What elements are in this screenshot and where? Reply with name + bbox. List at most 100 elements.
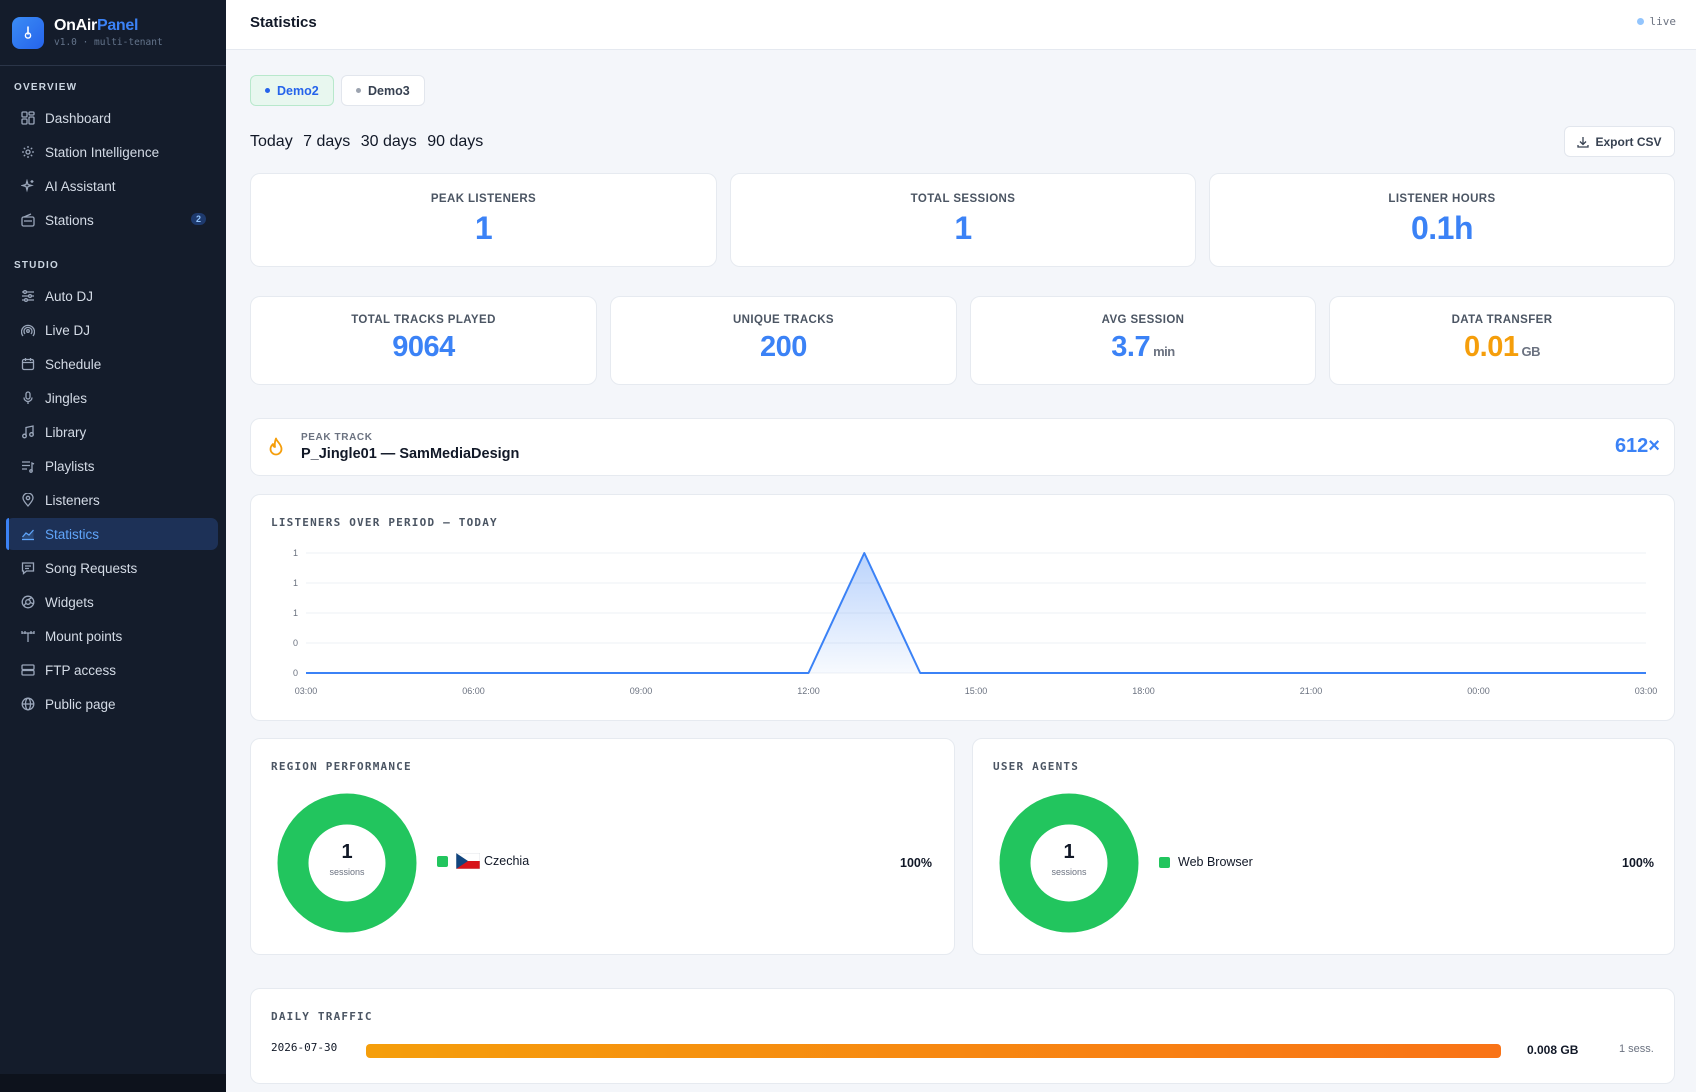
download-icon	[1577, 136, 1590, 148]
y-tick-label: 1	[293, 548, 298, 558]
microphone-icon	[20, 390, 36, 406]
sidebar-item-label: Stations	[45, 212, 94, 228]
brand[interactable]: OnAirPanel v1.0 · multi-tenant	[0, 0, 226, 66]
page-title: Statistics	[250, 14, 317, 31]
sidebar-item-statistics[interactable]: Statistics	[6, 518, 218, 550]
stat-label: LISTENER HOURS	[1388, 193, 1496, 205]
stat-value: 3.7 min	[1111, 331, 1175, 363]
playlist-icon	[20, 458, 36, 474]
brand-name: OnAirPanel	[54, 17, 139, 34]
x-tick-label: 12:00	[797, 686, 820, 696]
live-status: live	[1636, 15, 1676, 28]
period-today[interactable]: Today	[250, 133, 293, 150]
status-dot-icon	[265, 88, 270, 93]
region-title: REGION PERFORMANCE	[271, 760, 412, 773]
period-7-days[interactable]: 7 days	[303, 133, 350, 150]
brain-icon	[20, 144, 36, 160]
sidebar-item-playlists[interactable]: Playlists	[6, 450, 218, 482]
listeners-chart: 1 1 1 0 0 03:00 06:00 09:00 12:00 15:00 18:00 21:00…	[293, 548, 1658, 696]
station-tab-demo3[interactable]: Demo3	[341, 75, 425, 106]
music-note-icon	[20, 424, 36, 440]
sidebar-item-ai-assistant[interactable]: AI Assistant	[6, 170, 218, 202]
sidebar: OnAirPanel v1.0 · multi-tenant OVERVIEW …	[0, 0, 226, 1092]
x-tick-label: 21:00	[1300, 686, 1323, 696]
daily-traffic-card: DAILY TRAFFIC 2026-07-30 0.008 GB 1 sess…	[250, 988, 1675, 1084]
sidebar-item-mount-points[interactable]: Mount points	[6, 620, 218, 652]
sidebar-item-dashboard[interactable]: Dashboard	[6, 102, 218, 134]
stat-card-listener-hours: LISTENER HOURS 0.1h	[1209, 173, 1675, 267]
stat-unit: min	[1153, 344, 1175, 359]
app-logo-icon	[12, 16, 44, 49]
sidebar-item-public-page[interactable]: Public page	[6, 688, 218, 720]
sidebar-item-auto-dj[interactable]: Auto DJ	[6, 280, 218, 312]
stat-card-peak-listeners: PEAK LISTENERS 1	[250, 173, 717, 267]
peak-track-label: PEAK TRACK	[301, 432, 373, 443]
widget-icon	[20, 594, 36, 610]
region-percentage: 100%	[900, 856, 932, 870]
traffic-sessions: 1 sess.	[1619, 1043, 1654, 1055]
sidebar-item-label: Song Requests	[45, 560, 138, 576]
sidebar-item-listeners[interactable]: Listeners	[6, 484, 218, 516]
sidebar-item-label: Playlists	[45, 458, 95, 474]
stat-value: 1	[954, 210, 972, 246]
listeners-chart-card: LISTENERS OVER PERIOD — TODAY 1 1 1 0 0 03:00…	[250, 494, 1675, 721]
sidebar-item-label: Dashboard	[45, 110, 112, 126]
traffic-bar	[366, 1044, 1501, 1058]
y-tick-label: 1	[293, 608, 298, 618]
period-90-days[interactable]: 90 days	[427, 133, 483, 150]
peak-track-title: P_Jingle01 — SamMediaDesign	[301, 446, 520, 462]
export-csv-button[interactable]: Export CSV	[1564, 126, 1675, 157]
dashboard-icon	[20, 110, 36, 126]
y-tick-label: 1	[293, 578, 298, 588]
sidebar-item-stations[interactable]: Stations 2	[6, 204, 218, 236]
sidebar-item-schedule[interactable]: Schedule	[6, 348, 218, 380]
stations-count-badge: 2	[190, 213, 206, 225]
agent-percentage: 100%	[1622, 856, 1654, 870]
period-selector: Today 7 days 30 days 90 days	[250, 133, 489, 151]
agents-title: USER AGENTS	[993, 760, 1080, 773]
agents-total: 1	[1063, 841, 1075, 863]
top-header: Statistics live	[226, 0, 1696, 50]
stat-card-total-tracks-played: TOTAL TRACKS PLAYED 9064	[250, 296, 597, 385]
status-dot-icon	[356, 88, 361, 93]
sidebar-item-song-requests[interactable]: Song Requests	[6, 552, 218, 584]
x-tick-label: 15:00	[965, 686, 988, 696]
sidebar-item-label: Statistics	[45, 526, 100, 542]
agent-name: Web Browser	[1178, 855, 1253, 869]
region-total: 1	[341, 841, 353, 863]
sparkle-icon	[20, 178, 36, 194]
calendar-icon	[20, 356, 36, 372]
agents-total-label: sessions	[1051, 867, 1087, 877]
x-tick-label: 00:00	[1467, 686, 1490, 696]
stat-label: TOTAL SESSIONS	[910, 193, 1016, 205]
antenna-icon	[20, 628, 36, 644]
region-performance-card: REGION PERFORMANCE 1 sessions Czechia 10…	[250, 738, 955, 955]
stat-value: 1	[474, 210, 493, 246]
x-tick-label: 03:00	[1635, 686, 1658, 696]
station-tab-demo2[interactable]: Demo2	[250, 75, 334, 106]
sidebar-item-jingles[interactable]: Jingles	[6, 382, 218, 414]
stat-label: PEAK LISTENERS	[430, 193, 537, 205]
sidebar-item-label: Schedule	[45, 356, 102, 372]
stat-card-unique-tracks: UNIQUE TRACKS 200	[610, 296, 957, 385]
x-tick-label: 09:00	[630, 686, 653, 696]
map-pin-icon	[20, 492, 36, 508]
sidebar-item-library[interactable]: Library	[6, 416, 218, 448]
region-total-label: sessions	[329, 867, 365, 877]
sidebar-item-label: Live DJ	[45, 322, 91, 338]
sidebar-item-widgets[interactable]: Widgets	[6, 586, 218, 618]
peak-track-count: 612×	[1614, 435, 1660, 457]
stat-label: AVG SESSION	[1101, 314, 1185, 326]
nav-section-studio: STUDIO	[14, 260, 59, 271]
sidebar-item-ftp-access[interactable]: FTP access	[6, 654, 218, 686]
period-30-days[interactable]: 30 days	[361, 133, 417, 150]
sidebar-item-label: AI Assistant	[45, 178, 116, 194]
stat-value: 200	[760, 331, 807, 363]
legend-color-swatch	[1159, 856, 1170, 868]
sidebar-item-label: Public page	[45, 696, 116, 712]
sidebar-item-live-dj[interactable]: Live DJ	[6, 314, 218, 346]
sidebar-item-label: Library	[45, 424, 87, 440]
sidebar-item-station-intelligence[interactable]: Station Intelligence	[6, 136, 218, 168]
sidebar-item-label: Widgets	[45, 594, 94, 610]
stat-label: TOTAL TRACKS PLAYED	[351, 314, 496, 326]
